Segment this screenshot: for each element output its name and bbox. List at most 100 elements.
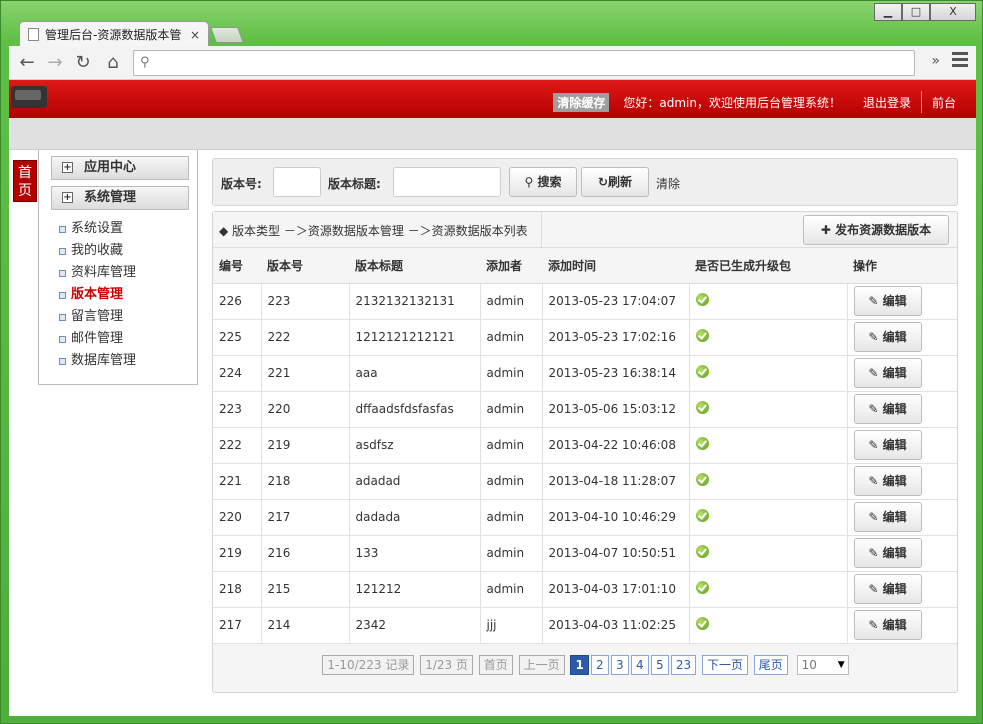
frontend-link[interactable]: 前台 <box>932 94 956 111</box>
table-body: 226 223 2132132132131 admin 2013-05-23 17:04… <box>213 283 957 644</box>
edit-button[interactable]: ✎ 编辑 <box>853 466 922 496</box>
reload-icon[interactable]: ↻ <box>73 53 93 73</box>
minimize-button[interactable]: ▁ <box>874 3 902 21</box>
address-input[interactable] <box>158 53 898 73</box>
page-number-button[interactable]: 5 <box>650 655 669 675</box>
cell-action: ✎ 编辑 <box>847 607 957 644</box>
check-icon <box>695 329 709 342</box>
address-bar[interactable]: ⚲ <box>133 50 915 76</box>
refresh-button[interactable]: ↻刷新 <box>581 167 649 197</box>
check-icon <box>695 293 709 306</box>
back-icon[interactable]: ← <box>17 53 37 73</box>
maximize-button[interactable]: □ <box>902 3 930 21</box>
clear-cache-button[interactable]: 清除缓存 <box>553 92 610 112</box>
table-header-row: 编号 版本号 版本标题 添加者 添加时间 是否已生成升级包 操作 <box>213 248 957 284</box>
cell-title: 1212121212121 <box>349 319 481 356</box>
edit-button[interactable]: ✎ 编辑 <box>853 358 922 388</box>
cell-version: 219 <box>261 427 350 464</box>
cell-time: 2013-04-03 17:01:10 <box>542 571 690 608</box>
cell-action: ✎ 编辑 <box>847 571 957 608</box>
sidebar-item-system-settings[interactable]: 系统设置 <box>57 218 136 240</box>
first-page-button[interactable]: 首页 <box>478 655 513 675</box>
cell-author: admin <box>480 571 543 608</box>
next-page-button[interactable]: 下一页 <box>701 655 748 675</box>
edit-button[interactable]: ✎ 编辑 <box>853 286 922 316</box>
menu-icon[interactable] <box>952 52 968 70</box>
cell-generated <box>689 607 848 644</box>
sidebar-item-database[interactable]: 数据库管理 <box>57 350 136 372</box>
cell-time: 2013-05-23 16:38:14 <box>542 355 690 392</box>
page-number-button[interactable]: 1 <box>570 655 589 675</box>
per-page-select[interactable]: 10 <box>796 655 849 675</box>
cell-title: 2132132132131 <box>349 283 481 320</box>
edit-icon: ✎ <box>868 474 883 488</box>
cell-generated <box>689 499 848 536</box>
table-row: 223 220 dffaadsfdsfasfas admin 2013-05-06 15… <box>213 391 957 428</box>
cell-author: admin <box>480 319 543 356</box>
col-generated: 是否已生成升级包 <box>689 248 847 284</box>
edit-icon: ✎ <box>868 510 883 524</box>
cell-version: 220 <box>261 391 350 428</box>
close-window-button[interactable]: X <box>930 3 976 21</box>
check-icon <box>695 617 709 630</box>
logout-link[interactable]: 退出登录 <box>863 94 911 111</box>
cell-generated <box>689 571 848 608</box>
sidebar-item-version[interactable]: 版本管理 <box>57 284 136 306</box>
edit-button[interactable]: ✎ 编辑 <box>853 430 922 460</box>
menu-group-app-center[interactable]: + 应用中心 <box>51 156 189 180</box>
cell-action: ✎ 编辑 <box>847 391 957 428</box>
cell-version: 216 <box>261 535 350 572</box>
publish-button[interactable]: ✚ 发布资源数据版本 <box>803 215 949 245</box>
prev-page-button[interactable]: 上一页 <box>518 655 565 675</box>
last-page-button[interactable]: 尾页 <box>753 655 788 675</box>
new-tab-button[interactable] <box>210 27 244 43</box>
cell-id: 218 <box>213 571 262 608</box>
sidebar-item-favorites[interactable]: 我的收藏 <box>57 240 136 262</box>
page-number-button[interactable]: 2 <box>590 655 609 675</box>
chevron-icon[interactable]: » <box>931 53 940 69</box>
table-row: 224 221 aaa admin 2013-05-23 16:38:14 ✎ 编辑 <box>213 355 957 392</box>
cell-author: jjj <box>480 607 543 644</box>
edit-button[interactable]: ✎ 编辑 <box>853 394 922 424</box>
site-header: 清除缓存 您好：admin，欢迎使用后台管理系统！ 退出登录 前台 <box>9 80 976 118</box>
page-number-button[interactable]: 4 <box>630 655 649 675</box>
cell-time: 2013-04-18 11:28:07 <box>542 463 690 500</box>
menu-group-label: 系统管理 <box>84 190 137 205</box>
search-button[interactable]: ⚲ 搜索 <box>509 167 577 197</box>
sidebar-item-library[interactable]: 资料库管理 <box>57 262 136 284</box>
table-row: 221 218 adadad admin 2013-04-18 11:28:07 ✎ 编辑 <box>213 463 957 500</box>
page-number-button[interactable]: 3 <box>610 655 629 675</box>
menu-group-system[interactable]: + 系统管理 <box>51 186 189 210</box>
sidebar-item-mail[interactable]: 邮件管理 <box>57 328 136 350</box>
browser-tab[interactable]: 管理后台-资源数据版本管 × <box>19 21 209 47</box>
cell-time: 2013-05-06 15:03:12 <box>542 391 690 428</box>
edit-button[interactable]: ✎ 编辑 <box>853 322 922 352</box>
cell-id: 223 <box>213 391 262 428</box>
clear-link[interactable]: 清除 <box>656 175 680 192</box>
version-input[interactable] <box>273 167 321 197</box>
title-input[interactable] <box>393 167 501 197</box>
tab-close-icon[interactable]: × <box>190 28 200 42</box>
cell-action: ✎ 编辑 <box>847 427 957 464</box>
col-author: 添加者 <box>480 248 542 284</box>
edit-icon: ✎ <box>868 438 883 452</box>
web-page: 清除缓存 您好：admin，欢迎使用后台管理系统！ 退出登录 前台 首页 + 应… <box>9 80 976 716</box>
check-icon <box>695 401 709 414</box>
browser-window: ▁ □ X 管理后台-资源数据版本管 × ← → ↻ ⌂ ⚲ » 清除缓存 您好… <box>0 0 983 724</box>
table-row: 217 214 2342 jjj 2013-04-03 11:02:25 ✎ 编辑 <box>213 607 957 644</box>
forward-icon[interactable]: → <box>45 53 65 73</box>
home-tab[interactable]: 首页 <box>13 160 37 202</box>
edit-button[interactable]: ✎ 编辑 <box>853 538 922 568</box>
page-number-button[interactable]: 23 <box>670 655 697 675</box>
cell-id: 221 <box>213 463 262 500</box>
col-action: 操作 <box>847 248 957 284</box>
browser-toolbar: ← → ↻ ⌂ ⚲ » <box>9 46 976 80</box>
edit-button[interactable]: ✎ 编辑 <box>853 574 922 604</box>
sidebar-item-messages[interactable]: 留言管理 <box>57 306 136 328</box>
cell-action: ✎ 编辑 <box>847 355 957 392</box>
edit-button[interactable]: ✎ 编辑 <box>853 610 922 640</box>
edit-button[interactable]: ✎ 编辑 <box>853 502 922 532</box>
edit-icon: ✎ <box>868 618 883 632</box>
cell-time: 2013-05-23 17:02:16 <box>542 319 690 356</box>
home-icon[interactable]: ⌂ <box>103 53 123 73</box>
